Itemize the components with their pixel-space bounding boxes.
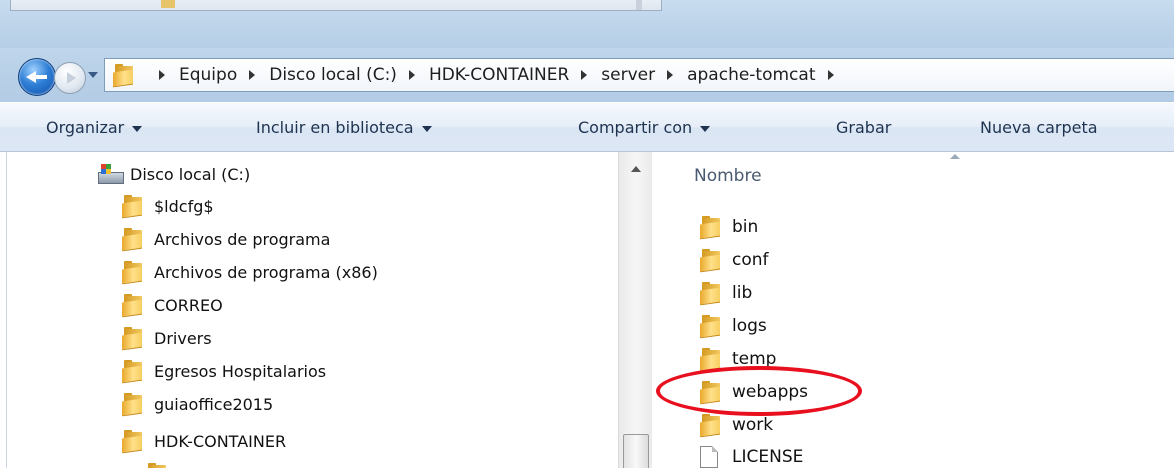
chevron-right-icon[interactable] [249, 70, 256, 80]
folder-icon [122, 393, 144, 416]
folder-icon [700, 348, 722, 371]
file-item-lib[interactable]: lib [700, 278, 752, 308]
file-item-license[interactable]: LICENSE [700, 442, 803, 468]
folder-icon [700, 282, 722, 305]
pane-border [6, 152, 7, 468]
tree-item-label: Drivers [154, 328, 212, 348]
file-item-label: work [732, 415, 774, 435]
chevron-down-icon [421, 125, 432, 132]
background-window-edge [10, 0, 662, 11]
tree-item-archivos-de-programa-x86[interactable]: Archivos de programa (x86) [122, 258, 378, 286]
file-item-label: logs [732, 316, 767, 336]
breadcrumb-item-hdk-container[interactable]: HDK-CONTAINER [427, 65, 571, 85]
breadcrumb: Equipo Disco local (C:) HDK-CONTAINER se… [149, 59, 846, 91]
chevron-right-icon[interactable] [159, 70, 165, 80]
chevron-down-icon [132, 125, 143, 132]
chevron-down-icon [700, 125, 711, 132]
folder-icon [700, 216, 722, 239]
chevron-right-icon[interactable] [827, 70, 834, 80]
forward-arrow-icon [67, 72, 76, 84]
scroll-up-button[interactable] [619, 152, 653, 186]
tree-item-label: Archivos de programa [154, 229, 331, 249]
breadcrumb-item-equipo[interactable]: Equipo [177, 65, 239, 85]
file-item-logs[interactable]: logs [700, 311, 767, 341]
address-bar[interactable]: Equipo Disco local (C:) HDK-CONTAINER se… [104, 58, 1174, 92]
tree-item-egresos-hospitalarios[interactable]: Egresos Hospitalarios [122, 357, 326, 385]
navigation-row: Equipo Disco local (C:) HDK-CONTAINER se… [0, 48, 1174, 102]
navigation-pane-scrollbar[interactable] [618, 152, 653, 468]
breadcrumb-item-disco-local[interactable]: Disco local (C:) [267, 65, 399, 85]
file-list: Nombre bin conf lib logs temp webapps wo… [660, 152, 1174, 468]
share-with-label: Compartir con [578, 118, 693, 137]
folder-icon [113, 64, 135, 87]
file-item-bin[interactable]: bin [700, 212, 758, 242]
tree-item-correo[interactable]: CORREO [122, 291, 223, 319]
drive-icon [98, 164, 124, 184]
back-arrow-stem-icon [35, 75, 47, 79]
tree-item-label: Archivos de programa (x86) [154, 262, 378, 282]
new-folder-label: Nueva carpeta [980, 118, 1098, 137]
column-header-name[interactable]: Nombre [694, 166, 762, 186]
new-folder-button[interactable]: Nueva carpeta [980, 118, 1098, 137]
include-library-label: Incluir en biblioteca [256, 118, 414, 137]
tree-item-guiaoffice2015[interactable]: guiaoffice2015 [122, 390, 273, 418]
folder-icon [122, 261, 144, 284]
highlight-circle-annotation [656, 366, 862, 416]
file-item-conf[interactable]: conf [700, 245, 769, 275]
burn-label: Grabar [836, 118, 892, 137]
tree-item-archivos-de-programa[interactable]: Archivos de programa [122, 225, 330, 253]
burn-button[interactable]: Grabar [836, 118, 891, 137]
chevron-right-icon[interactable] [581, 70, 588, 80]
explorer-window: Equipo Disco local (C:) HDK-CONTAINER se… [0, 0, 1174, 468]
command-bar: Organizar Incluir en biblioteca Comparti… [0, 102, 1174, 152]
breadcrumb-item-server[interactable]: server [599, 65, 657, 85]
share-with-menu-button[interactable]: Compartir con [578, 118, 711, 137]
tree-item-label: HDK-CONTAINER [154, 431, 287, 451]
title-bar [0, 0, 1174, 48]
tree-item-hdk-container[interactable]: HDK-CONTAINER [122, 427, 286, 455]
tree-item-label: guiaoffice2015 [154, 394, 274, 414]
folder-icon [122, 360, 144, 383]
tree-item-drivers[interactable]: Drivers [122, 324, 212, 352]
folder-icon [700, 315, 722, 338]
tree-item-label: $ldcfg$ [154, 196, 214, 216]
breadcrumb-item-apache-tomcat[interactable]: apache-tomcat [685, 65, 817, 85]
recent-locations-dropdown[interactable] [88, 70, 100, 80]
document-icon [700, 446, 718, 468]
tree-item-label: Egresos Hospitalarios [154, 361, 327, 381]
column-header-label: Nombre [694, 166, 762, 186]
organize-label: Organizar [46, 118, 125, 137]
file-item-label: bin [732, 217, 759, 237]
file-item-label: conf [732, 250, 769, 270]
tree-item-ldcfg[interactable]: $ldcfg$ [122, 192, 214, 220]
folder-icon [122, 327, 144, 350]
folder-icon [700, 414, 722, 437]
file-item-label: lib [732, 283, 753, 303]
chevron-right-icon[interactable] [408, 70, 415, 80]
folder-icon [146, 463, 168, 468]
navigation-pane: Disco local (C:) $ldcfg$ Archivos de pro… [0, 152, 660, 468]
scrollbar-remnant [636, 0, 642, 10]
include-library-menu-button[interactable]: Incluir en biblioteca [256, 118, 432, 137]
folder-icon [161, 0, 175, 8]
forward-button[interactable] [54, 62, 86, 94]
tree-item-partial [146, 460, 168, 468]
organize-menu-button[interactable]: Organizar [46, 118, 143, 137]
folder-icon [122, 294, 144, 317]
chevron-right-icon[interactable] [667, 70, 674, 80]
folder-icon [122, 430, 144, 453]
tree-item-disco-local[interactable]: Disco local (C:) [98, 160, 250, 188]
tree-item-label: CORREO [154, 295, 223, 315]
pane-divider[interactable] [652, 152, 660, 468]
folder-icon [700, 249, 722, 272]
tree-item-label: Disco local (C:) [130, 164, 251, 184]
sort-ascending-icon [950, 154, 960, 159]
folder-icon [122, 228, 144, 251]
back-button[interactable] [18, 58, 56, 96]
scroll-thumb[interactable] [623, 434, 649, 468]
folder-icon [122, 195, 144, 218]
file-item-label: LICENSE [732, 447, 804, 467]
